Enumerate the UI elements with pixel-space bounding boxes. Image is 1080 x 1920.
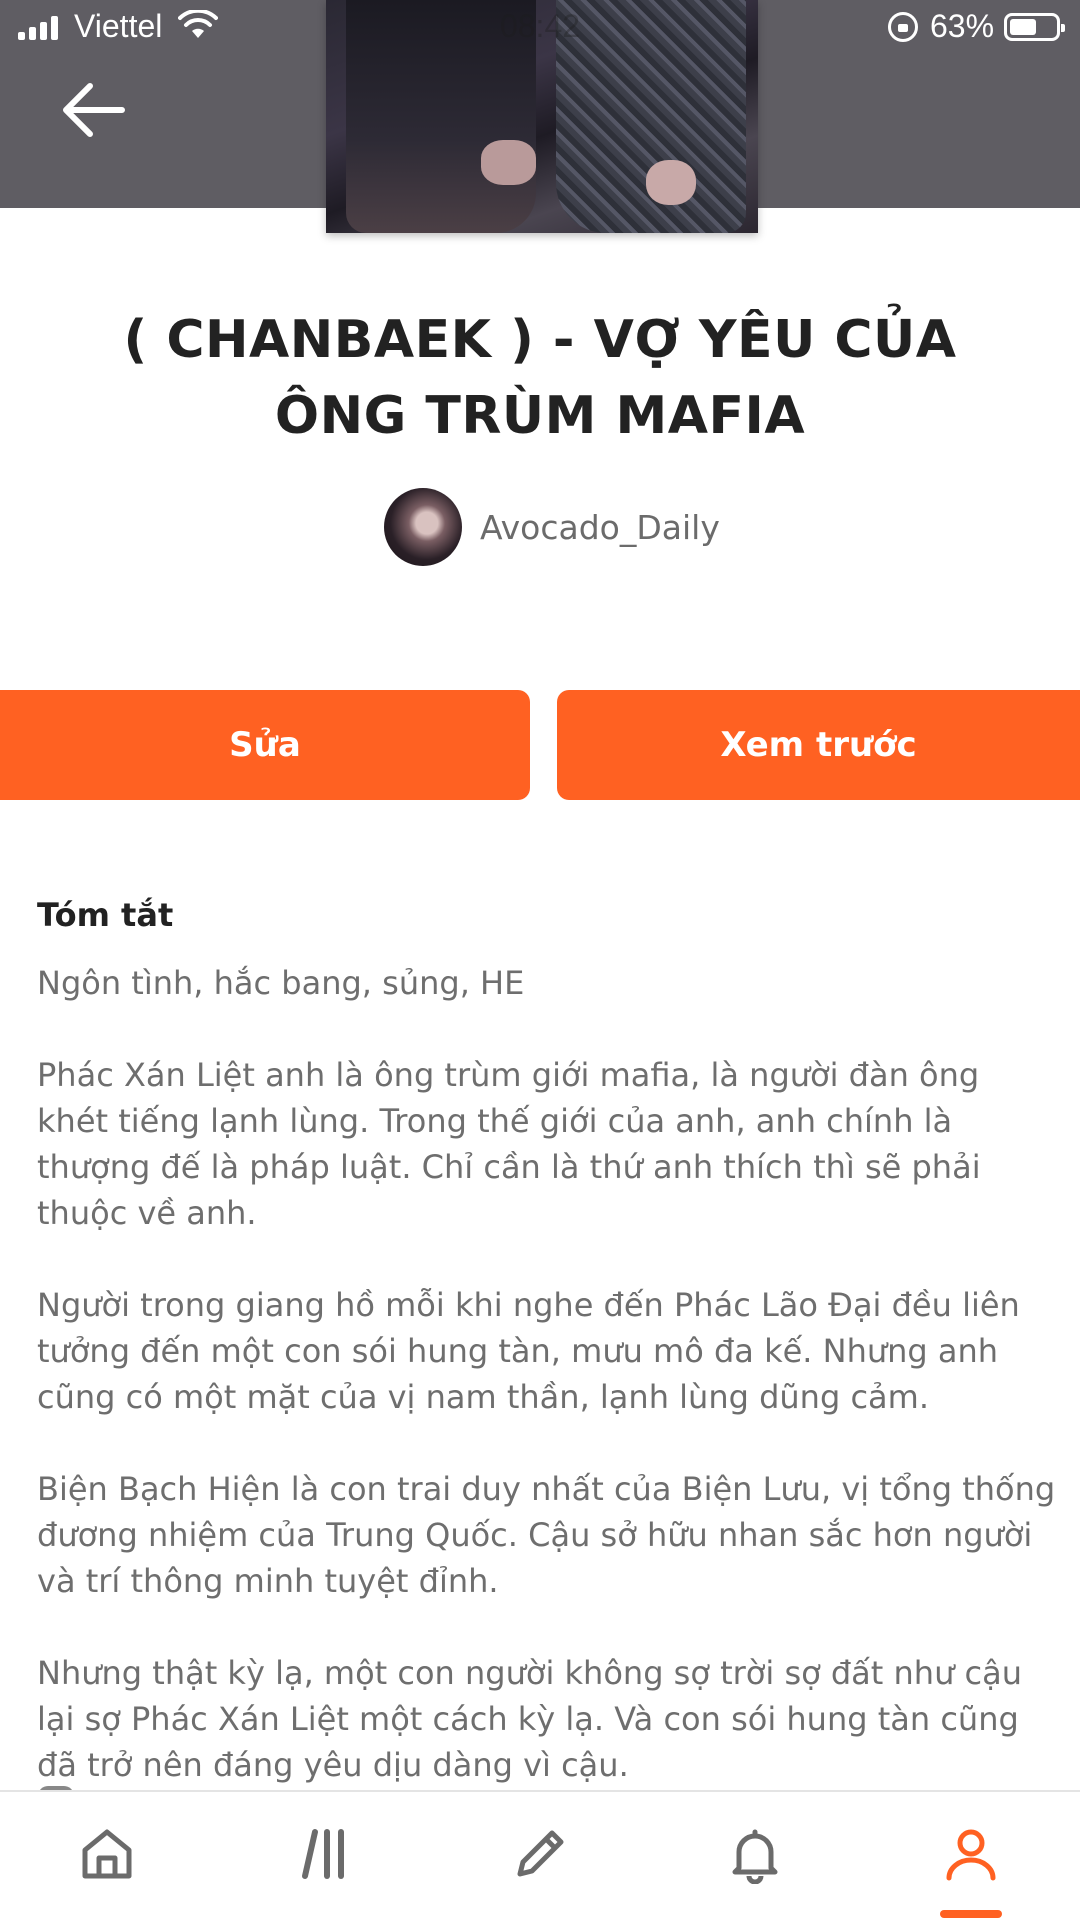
summary-paragraph: Người trong giang hồ mỗi khi nghe đến Ph…	[37, 1286, 1020, 1416]
edit-button[interactable]: Sửa	[0, 690, 530, 800]
nav-notifications[interactable]	[710, 1814, 800, 1894]
summary-paragraph: Nhưng thật kỳ lạ, một con người không sợ…	[37, 1654, 1022, 1784]
bell-icon	[732, 1829, 778, 1884]
summary-heading: Tóm tắt	[37, 896, 174, 934]
home-icon	[82, 1829, 132, 1879]
status-bar: Viettel 08:42 63%	[0, 0, 1080, 56]
nav-home[interactable]	[62, 1814, 152, 1894]
status-time: 08:42	[499, 8, 581, 44]
battery-percent: 63%	[930, 8, 995, 44]
battery-icon	[1004, 13, 1065, 41]
nav-library[interactable]	[282, 1814, 372, 1894]
profile-icon	[946, 1829, 996, 1881]
nav-write[interactable]	[495, 1814, 585, 1894]
preview-button[interactable]: Xem trước	[557, 690, 1080, 800]
summary-text: Ngôn tình, hắc bang, sủng, HE Phác Xán L…	[37, 960, 1057, 1834]
author-link[interactable]: Avocado_Daily	[384, 488, 720, 566]
author-name[interactable]: Avocado_Daily	[480, 508, 720, 547]
bottom-nav	[0, 1790, 1080, 1920]
library-icon	[302, 1829, 344, 1879]
summary-paragraph: Phác Xán Liệt anh là ông trùm giới mafia…	[37, 1056, 981, 1232]
active-tab-indicator	[940, 1910, 1002, 1918]
nav-profile[interactable]	[926, 1814, 1016, 1894]
summary-paragraph: Ngôn tình, hắc bang, sủng, HE	[37, 964, 525, 1002]
story-title: ( CHANBAEK ) - VỢ YÊU CỦA ÔNG TRÙM MAFIA	[123, 310, 957, 446]
author-avatar[interactable]	[384, 488, 462, 566]
back-button[interactable]	[58, 80, 130, 140]
cover-hand-right	[646, 160, 696, 205]
cover-hand-left	[481, 140, 536, 185]
rotation-lock-icon	[888, 12, 918, 42]
arrow-left-icon	[63, 83, 125, 137]
summary-paragraph: Biện Bạch Hiện là con trai duy nhất của …	[37, 1470, 1056, 1600]
write-icon	[517, 1830, 564, 1877]
